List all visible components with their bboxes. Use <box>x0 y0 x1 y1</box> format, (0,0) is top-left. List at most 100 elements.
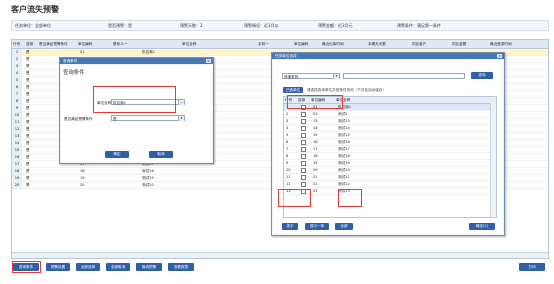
cell-code: 17 <box>313 147 318 151</box>
cell-name: 测试16 <box>338 140 350 144</box>
row-number: 8 <box>12 98 22 104</box>
warn-condition-select[interactable]: 是 ▾ <box>111 115 185 121</box>
unit-table[interactable]: 行号 选择 单位编码 单位全称 1 01 供应商1 2 02 测试2 3 13 测试13 4 14 测… <box>283 96 497 218</box>
checkbox[interactable] <box>301 147 306 152</box>
list-item[interactable]: 2 02 测试2 <box>284 111 496 118</box>
close-icon[interactable]: × <box>206 59 211 63</box>
chevron-down-icon[interactable]: ▾ <box>333 74 339 79</box>
cell-name: 测试14 <box>338 126 350 130</box>
confirm-button[interactable]: 确定(C) <box>469 223 495 230</box>
unit-search-input[interactable] <box>343 73 465 79</box>
tab-selected-units[interactable]: 已选单位 <box>283 87 303 93</box>
row-number: 10 <box>286 168 291 172</box>
row-number: 12 <box>12 126 22 132</box>
cell-flag: 是 <box>26 134 30 138</box>
filter-situation: 预警情况：近3月以 <box>244 23 279 28</box>
checkbox[interactable] <box>301 161 306 166</box>
warn-condition-label: 是否满足预警条件 <box>64 117 93 121</box>
col-header: 单位编码 <box>78 42 93 46</box>
cell-code: 19 <box>313 161 318 165</box>
checkbox[interactable] <box>301 112 306 117</box>
highlight-select-button <box>278 189 311 207</box>
close-icon[interactable]: × <box>497 54 502 58</box>
checkbox[interactable] <box>301 168 306 173</box>
row-number: 3 <box>286 119 289 123</box>
cell-flag: 是 <box>26 148 30 152</box>
select-all-button[interactable]: 全部选择 <box>76 263 100 271</box>
cancel-warning-button[interactable]: 取消预警 <box>136 263 162 271</box>
col-header: 同比客户 <box>412 42 427 46</box>
list-item[interactable]: 6 16 测试16 <box>284 139 496 146</box>
cell-code: 16 <box>313 140 318 144</box>
checkbox[interactable] <box>301 133 306 138</box>
deselect-all-button[interactable]: 全部取消 <box>106 263 130 271</box>
cell-flag: 是 <box>26 99 30 103</box>
cell-flag: 是 <box>26 64 30 68</box>
list-item[interactable]: 4 14 测试14 <box>284 125 496 132</box>
highlight-first-unit <box>287 95 343 109</box>
cell-name: 测试15 <box>338 133 350 137</box>
list-item[interactable]: 7 17 测试17 <box>284 146 496 153</box>
filter-warn: 是否预警：是 <box>108 23 132 28</box>
cell-name: 测试22 <box>338 182 350 186</box>
unit-dialog-title: 任务单位选择 <box>272 53 504 59</box>
checkbox[interactable] <box>301 126 306 131</box>
row-number: 12 <box>286 182 291 186</box>
horizontal-scrollbar[interactable] <box>12 252 548 258</box>
query-cancel-button[interactable]: 取消 <box>149 151 173 158</box>
cell-flag: 是 <box>26 141 30 145</box>
checkbox[interactable] <box>301 140 306 145</box>
select-button[interactable]: 选中 <box>282 223 298 230</box>
cell-name: 供应商1 <box>142 50 156 54</box>
checkbox[interactable] <box>301 175 306 180</box>
cell-code: 13 <box>313 119 318 123</box>
list-item[interactable]: 3 13 测试13 <box>284 118 496 125</box>
checkbox[interactable] <box>301 154 306 159</box>
row-number: 17 <box>12 161 22 167</box>
row-number: 1 <box>12 49 22 55</box>
cell-flag: 是 <box>26 106 30 110</box>
cell-flag: 是 <box>26 92 30 96</box>
select-all-units-button[interactable]: 全部 <box>335 223 353 230</box>
row-number: 6 <box>286 140 289 144</box>
cell-name: 测试13 <box>338 119 350 123</box>
cell-code: 18 <box>80 169 85 173</box>
row-number: 7 <box>12 91 22 97</box>
chevron-down-icon[interactable]: ▾ <box>178 116 184 121</box>
row-number: 14 <box>12 140 22 146</box>
search-mode-select[interactable]: 快速查找 ▾ <box>282 73 340 79</box>
checkbox[interactable] <box>301 119 306 124</box>
list-item[interactable]: 9 19 测试19 <box>284 160 496 167</box>
select-one-button[interactable]: 选中一条 <box>305 223 329 230</box>
vertical-scrollbar[interactable] <box>490 103 496 217</box>
checkbox[interactable] <box>301 182 306 187</box>
cell-code: 22 <box>313 182 318 186</box>
print-button[interactable]: 打印 <box>519 263 545 271</box>
list-item[interactable]: 11 21 测试21 <box>284 174 496 181</box>
col-header: 最近出库时间 <box>322 42 344 46</box>
row-number: 18 <box>12 168 22 174</box>
row-number: 5 <box>286 133 289 137</box>
col-header: 最近登录时间 <box>490 42 512 46</box>
warning-settings-button[interactable]: 预警设置 <box>46 263 70 271</box>
list-item[interactable]: 13 23 测试23 <box>284 188 496 195</box>
cell-code: 21 <box>313 175 318 179</box>
list-item[interactable]: 12 22 测试22 <box>284 181 496 188</box>
list-item[interactable]: 5 15 测试15 <box>284 132 496 139</box>
unit-select-dialog: 任务单位选择 × 快速查找 ▾ 查询 已选单位 请选择查询单位并按条件查询（下次… <box>271 52 505 236</box>
cell-code: 23 <box>313 189 318 193</box>
cell-flag: 是 <box>26 169 30 173</box>
row-number: 2 <box>12 56 22 62</box>
row-number: 3 <box>12 63 22 69</box>
filter-bar: 任务单位：全部单位 是否预警：是 预警天数：2 预警情况：近3月以 预警金额：近… <box>11 20 549 31</box>
cell-flag: 是 <box>26 78 30 82</box>
row-number: 11 <box>286 175 291 179</box>
lookup-icon[interactable]: … <box>178 100 184 105</box>
view-report-button[interactable]: 查看报表 <box>168 263 194 271</box>
query-ok-button[interactable]: 确定 <box>105 151 129 158</box>
col-header: 同比金额 <box>452 42 467 46</box>
unit-search-button[interactable]: 查询 <box>471 72 493 79</box>
list-item[interactable]: 10 20 测试20 <box>284 167 496 174</box>
row-number: 10 <box>12 112 22 118</box>
list-item[interactable]: 8 18 测试18 <box>284 153 496 160</box>
